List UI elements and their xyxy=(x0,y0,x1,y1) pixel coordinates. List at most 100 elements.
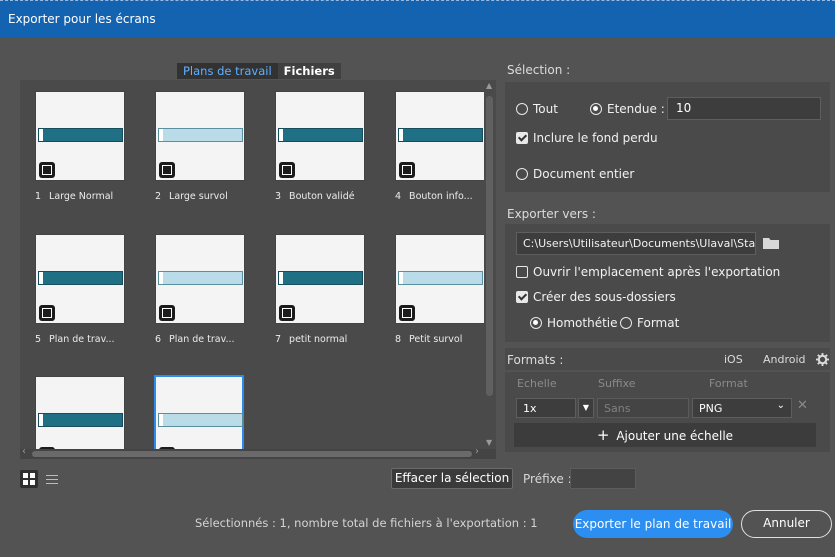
artboard-thumbnail[interactable] xyxy=(395,234,485,324)
grid-horizontal-scrollbar[interactable]: ‹ › xyxy=(20,446,496,459)
artboard-thumbnail[interactable] xyxy=(35,234,125,324)
column-suffix: Suffixe xyxy=(598,377,636,390)
add-scale-label: Ajouter une échelle xyxy=(616,429,734,443)
artboard-preview-band xyxy=(278,128,363,142)
artboard-preview-band xyxy=(158,271,243,285)
scrollbar-thumb[interactable] xyxy=(486,96,493,396)
close-icon[interactable]: ✕ xyxy=(797,398,808,413)
radio-all-label: Tout xyxy=(533,102,558,116)
artboard-name: Bouton info... xyxy=(409,191,473,202)
artboard-name: Large Normal xyxy=(49,191,114,202)
android-button[interactable]: Android xyxy=(763,353,806,366)
scale-input[interactable]: 1x xyxy=(516,398,576,418)
status-text: Sélectionnés : 1, nombre total de fichie… xyxy=(195,516,538,530)
range-input[interactable]: 10 xyxy=(667,97,821,120)
artboard-preview-band xyxy=(38,271,123,285)
list-view-icon[interactable] xyxy=(42,470,60,488)
plus-icon: + xyxy=(596,426,610,444)
artboard-name: Bouton validé xyxy=(289,191,355,202)
artboard-preview-band xyxy=(398,128,483,142)
scale-dropdown[interactable]: ▼ xyxy=(578,398,594,418)
radio-format[interactable]: Format xyxy=(620,316,679,330)
format-select[interactable]: PNG ⌄ xyxy=(692,398,792,418)
artboard-preview-band xyxy=(398,271,483,285)
subfolders-checkbox-box[interactable] xyxy=(516,291,528,303)
artboard-number: 7 xyxy=(275,334,282,345)
artboard-number: 1 xyxy=(35,191,42,202)
artboard-number: 6 xyxy=(155,334,162,345)
clear-selection-button[interactable]: Effacer la sélection xyxy=(391,468,513,489)
artboard-name: Plan de trav... xyxy=(49,334,115,345)
artboard-checkbox[interactable] xyxy=(159,305,175,321)
gear-icon[interactable] xyxy=(816,353,829,366)
radio-all-button[interactable] xyxy=(516,103,528,115)
artboard-tabs: Plans de travail Fichiers xyxy=(177,63,341,79)
radio-all[interactable]: Tout xyxy=(516,102,558,116)
artboard-name: petit normal xyxy=(289,334,348,345)
grid-vertical-scrollbar[interactable]: ▲ ▼ xyxy=(484,80,496,452)
radio-homothetie[interactable]: Homothétie xyxy=(530,316,618,330)
bleed-checkbox-box[interactable] xyxy=(516,132,528,144)
artboard-thumbnail[interactable] xyxy=(275,234,365,324)
radio-format-button[interactable] xyxy=(620,317,632,329)
window-titlebar: Exporter pour les écrans xyxy=(0,0,835,38)
scroll-right-arrow-icon[interactable]: › xyxy=(475,446,479,457)
subfolders-checkbox[interactable]: Créer des sous-dossiers xyxy=(516,290,676,304)
artboard-preview-band xyxy=(278,271,363,285)
tab-plans-de-travail[interactable]: Plans de travail xyxy=(177,63,278,79)
open-after-checkbox[interactable]: Ouvrir l'emplacement après l'exportation xyxy=(516,265,780,279)
export-path-input[interactable]: C:\Users\Utilisateur\Documents\Ulaval\St… xyxy=(516,232,756,255)
artboard-checkbox[interactable] xyxy=(159,162,175,178)
grid-view-icon[interactable] xyxy=(20,470,38,488)
scroll-up-arrow-icon[interactable]: ▲ xyxy=(486,81,492,90)
ios-button[interactable]: iOS xyxy=(724,353,743,366)
format-select-value: PNG xyxy=(699,402,723,415)
radio-homothetie-button[interactable] xyxy=(530,317,542,329)
export-button[interactable]: Exporter le plan de travail xyxy=(573,510,733,538)
artboard-thumbnail[interactable] xyxy=(35,376,125,458)
artboard-checkbox[interactable] xyxy=(399,162,415,178)
artboard-number: 3 xyxy=(275,191,282,202)
artboard-thumbnail[interactable] xyxy=(155,91,245,181)
artboard-checkbox[interactable] xyxy=(39,162,55,178)
window-title: Exporter pour les écrans xyxy=(8,12,156,26)
artboard-thumbnail[interactable] xyxy=(35,91,125,181)
artboard-number: 2 xyxy=(155,191,162,202)
artboard-number: 5 xyxy=(35,334,42,345)
artboard-thumbnail[interactable] xyxy=(275,91,365,181)
artboard-checkbox[interactable] xyxy=(399,305,415,321)
radio-full-document[interactable]: Document entier xyxy=(516,167,634,181)
formats-title: Formats : xyxy=(507,353,564,367)
scroll-left-arrow-icon[interactable]: ‹ xyxy=(22,446,26,457)
bleed-checkbox[interactable]: Inclure le fond perdu xyxy=(516,131,658,145)
artboard-checkbox[interactable] xyxy=(39,305,55,321)
export-title: Exporter vers : xyxy=(507,207,596,221)
scroll-down-arrow-icon[interactable]: ▼ xyxy=(486,438,492,447)
artboard-name: Large survol xyxy=(169,191,228,202)
scrollbar-thumb[interactable] xyxy=(32,451,472,457)
artboard-thumbnail[interactable] xyxy=(395,91,485,181)
prefix-label: Préfixe : xyxy=(523,472,572,486)
artboard-name: Plan de trav... xyxy=(169,334,235,345)
open-after-checkbox-box[interactable] xyxy=(516,266,528,278)
cancel-button[interactable]: Annuler xyxy=(741,510,832,538)
artboard-preview-band xyxy=(158,128,243,142)
open-after-label: Ouvrir l'emplacement après l'exportation xyxy=(533,265,781,279)
artboard-preview-band xyxy=(38,413,123,427)
folder-icon[interactable] xyxy=(762,236,780,250)
artboard-thumbnail[interactable] xyxy=(155,234,245,324)
artboard-checkbox[interactable] xyxy=(279,162,295,178)
tab-fichiers[interactable]: Fichiers xyxy=(277,63,341,79)
selection-title: Sélection : xyxy=(507,63,571,77)
add-scale-button[interactable]: + Ajouter une échelle xyxy=(514,423,816,447)
artboard-thumbnail[interactable] xyxy=(154,375,244,458)
radio-range-label: Etendue : xyxy=(607,102,665,116)
radio-range[interactable]: Etendue : xyxy=(590,102,665,116)
artboard-preview-band xyxy=(38,128,123,142)
radio-range-button[interactable] xyxy=(590,103,602,115)
artboard-preview-band xyxy=(158,413,243,427)
artboard-checkbox[interactable] xyxy=(279,305,295,321)
suffix-input[interactable]: Sans xyxy=(597,398,689,418)
radio-full-document-button[interactable] xyxy=(516,168,528,180)
prefix-input[interactable] xyxy=(570,468,636,489)
